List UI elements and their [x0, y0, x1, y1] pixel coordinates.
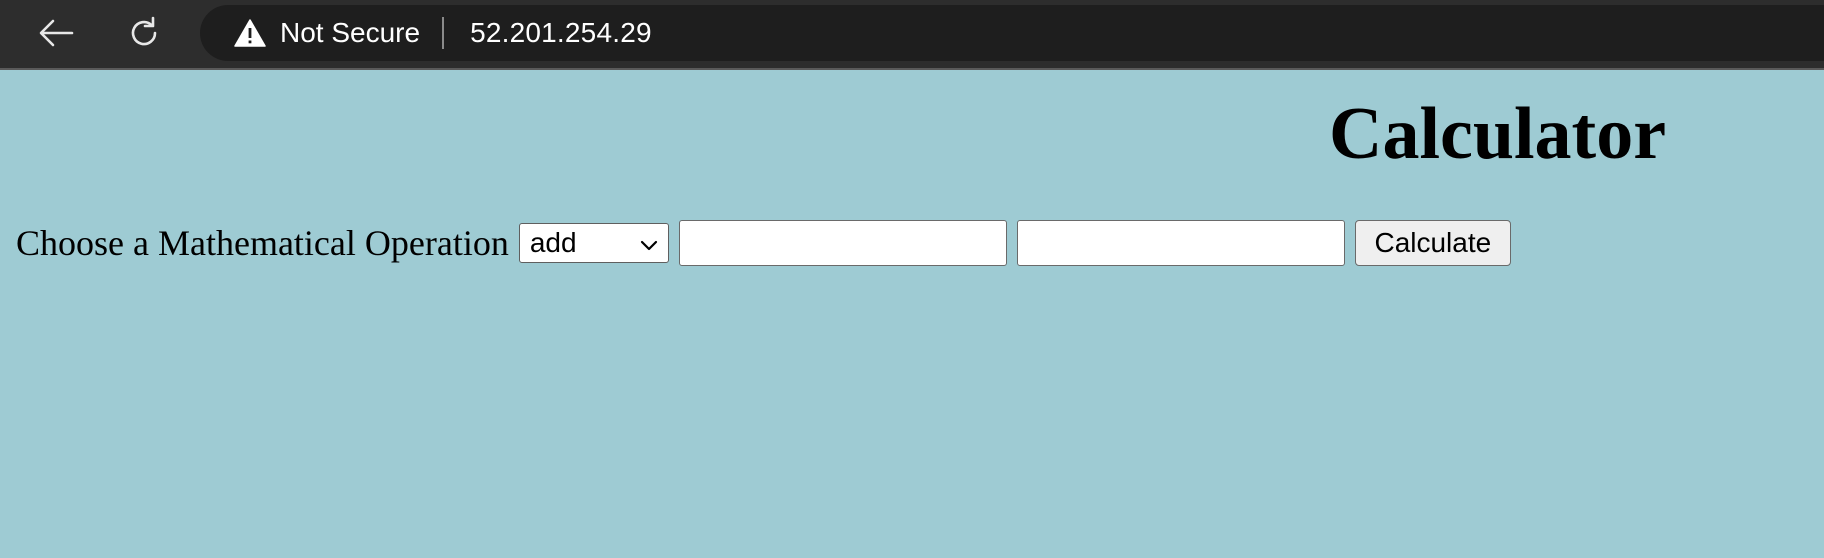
warning-icon [234, 19, 266, 47]
calculator-form: Choose a Mathematical Operation add Calc… [16, 220, 1511, 266]
url-text[interactable]: 52.201.254.29 [470, 17, 652, 49]
calculate-button[interactable]: Calculate [1354, 220, 1511, 266]
chevron-down-icon [640, 227, 658, 259]
operation-label: Choose a Mathematical Operation [16, 223, 509, 263]
back-button[interactable] [36, 13, 76, 53]
security-status-label[interactable]: Not Secure [280, 17, 420, 49]
operation-select-value: add [529, 227, 577, 258]
reload-button[interactable] [124, 13, 164, 53]
page-title: Calculator [1329, 93, 1667, 175]
first-number-input[interactable] [678, 220, 1007, 266]
address-bar[interactable]: Not Secure 52.201.254.29 [200, 5, 1824, 61]
arrow-left-icon [38, 18, 74, 48]
reload-icon [126, 15, 162, 51]
operation-select[interactable]: add [518, 223, 669, 263]
address-divider [442, 17, 445, 49]
browser-toolbar: Not Secure 52.201.254.29 [0, 0, 1824, 70]
page-content: Calculator Choose a Mathematical Operati… [0, 70, 1824, 558]
second-number-input[interactable] [1016, 220, 1345, 266]
